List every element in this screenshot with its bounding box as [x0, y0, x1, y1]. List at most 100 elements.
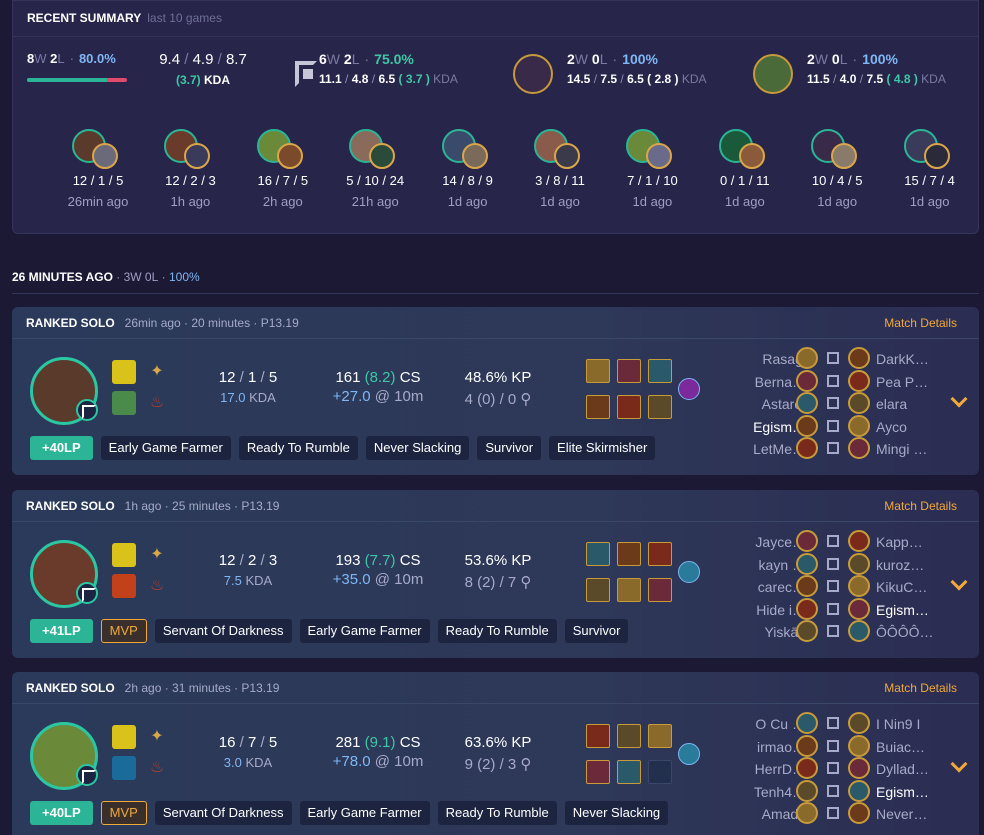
assists: 5: [268, 369, 278, 386]
recent-game[interactable]: 0 / 1 / 11 1d ago: [700, 129, 790, 209]
recent-game[interactable]: 5 / 10 / 24 21h ago: [330, 129, 420, 209]
match-card[interactable]: RANKED SOLO 26min ago · 20 minutes · P13.…: [12, 307, 979, 475]
red-player-name[interactable]: Ayco: [876, 419, 907, 435]
player-row: Hide i… Egism…: [724, 597, 954, 621]
flash-spell-icon: [112, 725, 136, 749]
recent-game[interactable]: 3 / 8 / 11 1d ago: [515, 129, 605, 209]
match-card[interactable]: RANKED SOLO 1h ago · 25 minutes · P13.19 …: [12, 490, 979, 658]
summary-subtitle: last 10 games: [147, 11, 222, 25]
overall-winrate: 80.0%: [78, 51, 116, 66]
divider: [12, 293, 979, 294]
match-card[interactable]: RANKED SOLO 2h ago · 31 minutes · P13.19 …: [12, 672, 979, 835]
kda-label: KDA: [245, 573, 273, 588]
red-champion-icon: [848, 530, 870, 552]
queue-type: RANKED SOLO: [26, 681, 115, 695]
match-details-link[interactable]: Match Details: [884, 499, 957, 513]
recent-game[interactable]: 14 / 8 / 9 1d ago: [423, 129, 513, 209]
kda-label: KDA: [245, 755, 273, 770]
blue-champion-icon: [796, 712, 818, 734]
game-time: 1d ago: [632, 194, 673, 209]
red-player-name[interactable]: elara: [876, 396, 907, 412]
red-player-name[interactable]: Kapp…: [876, 534, 923, 550]
kills: 12: [218, 369, 236, 386]
player-row: LetMe… Mingi …: [724, 437, 954, 460]
item-icon: [648, 724, 672, 748]
achievement-tag: Servant Of Darkness: [154, 801, 292, 825]
red-player-name[interactable]: Buiac…: [876, 739, 925, 755]
champ-deaths: 7.5: [600, 72, 618, 86]
red-player-name[interactable]: Egism…: [876, 602, 929, 618]
recent-game[interactable]: 7 / 1 / 10 1d ago: [607, 129, 697, 209]
summoner-spell-icon: [112, 391, 136, 415]
summary-title: RECENT SUMMARY: [27, 11, 142, 25]
match-details-link[interactable]: Match Details: [884, 316, 957, 330]
item-icon: [586, 395, 610, 419]
champ-winrate: 100%: [862, 51, 898, 67]
role-deaths: 4.8: [351, 72, 369, 86]
role-icon: [827, 535, 839, 547]
red-player-name[interactable]: kuroz…: [876, 557, 924, 573]
kill-participation: 53.6% KP: [464, 552, 532, 569]
opponent-champion-icon: [738, 143, 765, 169]
champ-deaths: 4.0: [839, 72, 857, 86]
recent-game[interactable]: 12 / 1 / 5 26min ago: [53, 129, 143, 209]
opponent-champion-icon: [461, 143, 488, 169]
kda-label: KDA: [249, 390, 276, 405]
empty-item-slot: [648, 760, 672, 784]
queue-type: RANKED SOLO: [26, 499, 115, 513]
red-player-name[interactable]: I Nin9 I: [876, 716, 920, 732]
game-champions: [68, 129, 128, 171]
red-player-name[interactable]: ÔÔÔÔ…: [876, 624, 934, 640]
champion-stats-1: 2W 0L · 100% 14.5 / 7.5 / 6.5 ( 2.8 ) KDA: [567, 51, 707, 86]
recent-game[interactable]: 10 / 4 / 5 1d ago: [792, 129, 882, 209]
kp-block: 63.6% KP 9 (2) / 3 ⚲: [448, 734, 548, 773]
game-kda: 3 / 8 / 11: [535, 173, 585, 188]
red-player-name[interactable]: Egism…: [876, 784, 929, 800]
assists: 5: [268, 734, 278, 751]
item-icon: [586, 578, 610, 602]
game-time: 1d ago: [724, 194, 765, 209]
recent-game[interactable]: 16 / 7 / 5 2h ago: [238, 129, 328, 209]
overall-stats: 8W 2L · 80.0%: [27, 51, 127, 101]
red-player-name[interactable]: Pea P…: [876, 374, 928, 390]
patch-version: P13.19: [260, 316, 299, 330]
achievement-tag: Survivor: [564, 619, 629, 643]
item-icon: [648, 395, 672, 419]
game-champions: [253, 129, 313, 171]
red-champion-icon: [848, 437, 870, 459]
kp-block: 48.6% KP 4 (0) / 0 ⚲: [448, 369, 548, 408]
overall-kda: 9.4 / 4.9 / 8.7 (3.7) KDA: [159, 51, 247, 87]
achievement-tag: Early Game Farmer: [299, 619, 430, 643]
patch-version: P13.19: [241, 681, 280, 695]
red-champion-icon: [848, 712, 870, 734]
game-champions: [530, 129, 590, 171]
recent-game[interactable]: 15 / 7 / 4 1d ago: [885, 129, 975, 209]
recent-game[interactable]: 12 / 2 / 3 1h ago: [145, 129, 235, 209]
role-kills: 11.1: [319, 72, 342, 86]
red-champion-icon: [848, 779, 870, 802]
item-icon: [586, 760, 610, 784]
teams-list: Rasagi DarkK… Berna… Pea P… Astarot elara E…: [724, 347, 954, 460]
game-kda: 10 / 4 / 5: [811, 173, 863, 188]
red-player-name[interactable]: DarkK…: [876, 351, 929, 367]
role-icon: [827, 602, 839, 615]
game-champions: [438, 129, 498, 171]
game-kda: 12 / 1 / 5: [72, 173, 124, 188]
secondary-rune-icon: ♨: [149, 394, 165, 411]
red-champion-icon: [848, 552, 870, 575]
blue-champion-icon: [796, 369, 818, 392]
role-icon: [827, 397, 839, 409]
lp-gain-badge: +40LP: [30, 436, 93, 460]
diff-time: @ 10m: [374, 388, 424, 405]
red-player-name[interactable]: Mingi …: [876, 441, 927, 457]
red-player-name[interactable]: Never…: [876, 806, 927, 822]
item-icon: [617, 578, 641, 602]
red-player-name[interactable]: KikuC…: [876, 579, 927, 595]
blue-champion-icon: [796, 757, 818, 779]
ward-score: 8 (2) / 7: [464, 574, 517, 591]
champ-kda-ratio: ( 2.8 ): [647, 72, 679, 86]
red-player-name[interactable]: Dyllad…: [876, 761, 929, 777]
role-icon: [827, 557, 839, 570]
red-champion-icon: [848, 392, 870, 414]
match-details-link[interactable]: Match Details: [884, 681, 957, 695]
